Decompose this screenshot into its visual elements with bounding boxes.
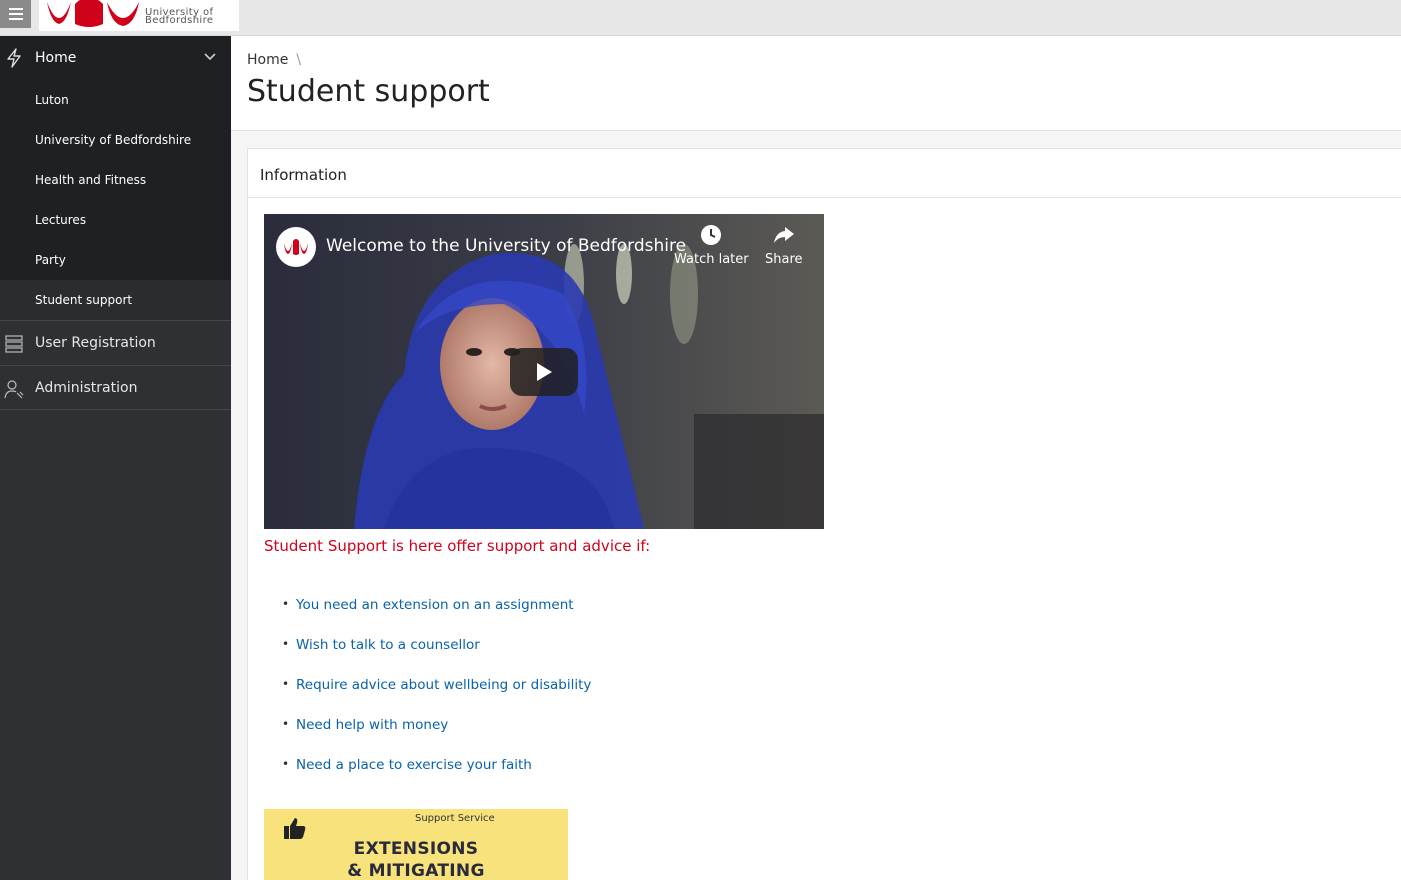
support-link[interactable]: Require advice about wellbeing or disabi… [296,677,591,693]
university-logo-icon [284,239,308,255]
sidebar-item-label: Administration [35,380,138,396]
sidebar-item-university-of-bedfordshire[interactable]: University of Bedfordshire [0,120,231,160]
sidebar-item-label: Health and Fitness [35,173,147,187]
page-title: Student support [247,74,490,109]
sidebar-item-label: Party [35,253,66,267]
information-card: Information Welcome to the University of… [247,148,1401,880]
main-content: Home \ Student support Information Welco… [231,36,1401,880]
support-link[interactable]: Wish to talk to a counsellor [296,637,480,653]
sidebar-item-party[interactable]: Party [0,240,231,280]
clock-icon [701,225,722,245]
sidebar-item-health-and-fitness[interactable]: Health and Fitness [0,160,231,200]
play-icon [537,363,552,381]
list-item: Need a place to exercise your faith [282,757,591,797]
watch-later-label: Watch later [674,252,749,267]
server-list-icon [5,335,23,353]
thumbs-up-icon [284,818,306,839]
lightning-icon [7,48,21,68]
card-title: Information [260,166,347,184]
university-logo[interactable]: University of Bedfordshire [39,0,239,31]
sidebar-item-label: University of Bedfordshire [35,133,192,147]
support-link[interactable]: You need an extension on an assignment [296,597,574,613]
sidebar-item-label: Student support [35,293,133,307]
list-item: Wish to talk to a counsellor [282,637,591,677]
sidebar-item-label: Home [35,50,77,66]
menu-toggle-button[interactable] [0,0,31,28]
sidebar-item-user-registration[interactable]: User Registration [0,320,231,365]
card-header: Information [248,149,1401,198]
top-bar: University of Bedfordshire [0,0,1401,36]
poster-service-label: Support Service [415,813,495,824]
list-item: You need an extension on an assignment [282,597,591,637]
list-item: Require advice about wellbeing or disabi… [282,677,591,717]
watch-later-button[interactable]: Watch later [674,224,749,267]
youtube-video-embed[interactable]: Welcome to the University of Bedfordshir… [264,214,824,529]
poster-headline-line2: & MITIGATING [347,861,485,880]
hamburger-icon [8,8,23,10]
sidebar-item-label: Lectures [35,213,87,227]
share-arrow-icon [773,227,794,243]
sidebar: Home Luton University of Bedfordshire He… [0,36,231,880]
breadcrumb-home-link[interactable]: Home [247,52,288,68]
list-item: Need help with money [282,717,591,757]
chevron-down-icon[interactable] [203,52,217,62]
sidebar-item-student-support[interactable]: Student support [0,280,231,320]
video-title[interactable]: Welcome to the University of Bedfordshir… [326,236,686,256]
share-button[interactable]: Share [765,224,803,267]
extensions-poster-image: Support Service EXTENSIONS & MITIGATING [264,809,568,880]
home-submenu: Luton University of Bedfordshire Health … [0,80,231,320]
logo-text-line2: Bedfordshire [145,15,214,26]
play-button[interactable] [510,348,578,396]
sidebar-item-home[interactable]: Home [0,36,231,80]
channel-avatar[interactable] [276,227,316,267]
sidebar-item-label: Luton [35,93,69,107]
support-intro-text: Student Support is here offer support an… [264,537,651,555]
logo-mark-icon [47,0,139,27]
sidebar-item-lectures[interactable]: Lectures [0,200,231,240]
support-link[interactable]: Need help with money [296,717,448,733]
breadcrumb: Home \ [247,52,301,68]
support-list: You need an extension on an assignment W… [282,597,591,797]
sidebar-item-label: User Registration [35,335,156,351]
sidebar-item-administration[interactable]: Administration [0,365,231,410]
share-label: Share [765,252,803,267]
page-header: Home \ Student support [231,36,1401,131]
poster-headline-line1: EXTENSIONS [353,839,479,859]
sidebar-item-luton[interactable]: Luton [0,80,231,120]
support-link[interactable]: Need a place to exercise your faith [296,757,532,773]
breadcrumb-separator: \ [296,52,302,68]
user-settings-icon [4,380,24,399]
